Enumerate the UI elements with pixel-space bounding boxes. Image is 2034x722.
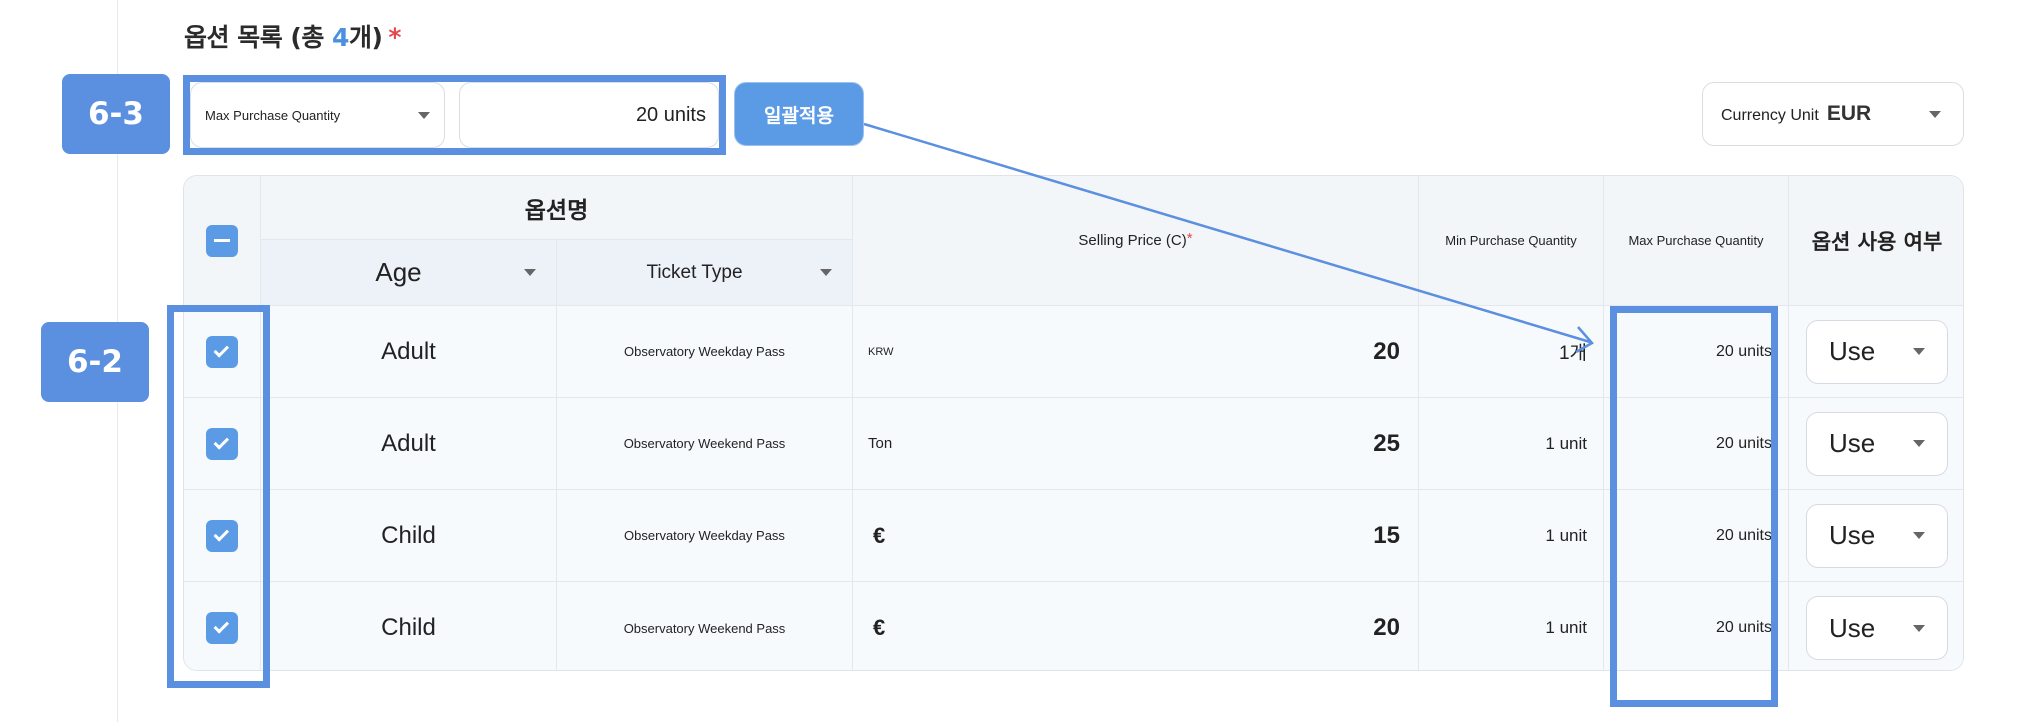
row-ticket: Observatory Weekend Pass [557, 582, 853, 670]
row-age: Child [261, 582, 557, 670]
row-price-currency: € [873, 615, 886, 640]
row-min-qty[interactable]: 1 unit [1419, 582, 1604, 670]
header-option-name: 옵션명 [261, 176, 853, 240]
row-price-value: 15 [1373, 521, 1400, 549]
chevron-down-icon [1913, 440, 1925, 447]
select-all-cell [184, 176, 261, 306]
row-use-select[interactable]: Use [1806, 596, 1948, 660]
chevron-down-icon [524, 269, 536, 276]
currency-unit-label: Currency Unit [1721, 107, 1819, 124]
row-age: Child [261, 490, 557, 582]
row-use-select[interactable]: Use [1806, 503, 1948, 568]
row-price-value: 20 [1373, 337, 1400, 365]
check-icon [213, 341, 230, 358]
row-age: Adult [261, 306, 557, 398]
header-max-qty: Max Purchase Quantity [1604, 176, 1789, 306]
row-use-cell: Use [1789, 306, 1963, 398]
row-checkbox[interactable] [206, 335, 238, 368]
row-ticket: Observatory Weekend Pass [557, 398, 853, 490]
row-price-value: 20 [1373, 614, 1400, 641]
header-use-status: 옵션 사용 여부 [1789, 176, 1963, 306]
option-table: 옵션명 Age Ticket Type Selling Price (C) * M… [183, 175, 1964, 671]
row-checkbox-cell [184, 398, 261, 490]
check-icon [213, 525, 230, 542]
row-price-currency: KRW [868, 345, 894, 358]
row-min-qty[interactable]: 1개 [1419, 306, 1604, 398]
callout-6-2: 6-2 [41, 322, 149, 402]
chevron-down-icon [1913, 624, 1925, 632]
row-min-qty[interactable]: 1 unit [1419, 398, 1604, 490]
section-title: 옵션 목록 (총 4개) * [184, 23, 401, 52]
row-max-qty[interactable]: 20 units [1604, 582, 1789, 670]
row-checkbox[interactable] [206, 519, 238, 552]
minus-icon [214, 239, 230, 242]
row-max-qty[interactable]: 20 units [1604, 398, 1789, 490]
row-use-select[interactable]: Use [1806, 411, 1948, 476]
chevron-down-icon [418, 111, 430, 119]
row-price[interactable]: KRW 20 [853, 306, 1419, 398]
row-price[interactable]: € 15 [853, 490, 1419, 582]
row-max-qty[interactable]: 20 units [1604, 306, 1789, 398]
currency-unit-value: EUR [1826, 102, 1872, 125]
bulk-field-label: Max Purchase Quantity [205, 107, 341, 123]
row-price-currency: € [873, 522, 886, 548]
header-selling-price: Selling Price (C) * [853, 176, 1419, 306]
callout-6-3: 6-3 [62, 74, 170, 154]
row-age: Adult [261, 398, 557, 490]
header-ticket-type[interactable]: Ticket Type [557, 240, 853, 306]
price-required-mark: * [1186, 230, 1193, 247]
row-use-cell: Use [1789, 398, 1963, 490]
row-price[interactable]: Ton 25 [853, 398, 1419, 490]
check-icon [213, 618, 230, 634]
row-checkbox[interactable] [206, 427, 238, 460]
bulk-field-select[interactable]: Max Purchase Quantity [190, 82, 445, 148]
check-icon [213, 433, 230, 450]
chevron-down-icon [1929, 110, 1941, 118]
row-checkbox[interactable] [206, 612, 238, 644]
currency-unit-select[interactable]: Currency Unit EUR [1702, 82, 1964, 146]
header-age[interactable]: Age [261, 240, 557, 306]
chevron-down-icon [1913, 532, 1925, 539]
row-use-cell: Use [1789, 490, 1963, 582]
option-count: 4 [332, 23, 349, 52]
chevron-down-icon [1913, 348, 1925, 355]
row-price[interactable]: € 20 [853, 582, 1419, 670]
row-min-qty[interactable]: 1 unit [1419, 490, 1604, 582]
row-price-currency: Ton [868, 435, 893, 452]
select-all-checkbox[interactable] [206, 224, 238, 257]
row-use-select[interactable]: Use [1806, 319, 1948, 384]
required-mark: * [388, 23, 401, 52]
row-max-qty[interactable]: 20 units [1604, 490, 1789, 582]
bulk-apply-button[interactable]: 일괄적용 [734, 82, 864, 146]
row-price-value: 25 [1373, 429, 1400, 457]
row-checkbox-cell [184, 306, 261, 398]
chevron-down-icon [820, 269, 832, 276]
row-checkbox-cell [184, 582, 261, 670]
row-checkbox-cell [184, 490, 261, 582]
bulk-quantity-input[interactable]: 20 units [459, 82, 719, 148]
header-min-qty: Min Purchase Quantity [1419, 176, 1604, 306]
row-ticket: Observatory Weekday Pass [557, 306, 853, 398]
bulk-quantity-value: 20 units [635, 103, 706, 126]
row-ticket: Observatory Weekday Pass [557, 490, 853, 582]
row-use-cell: Use [1789, 582, 1963, 670]
